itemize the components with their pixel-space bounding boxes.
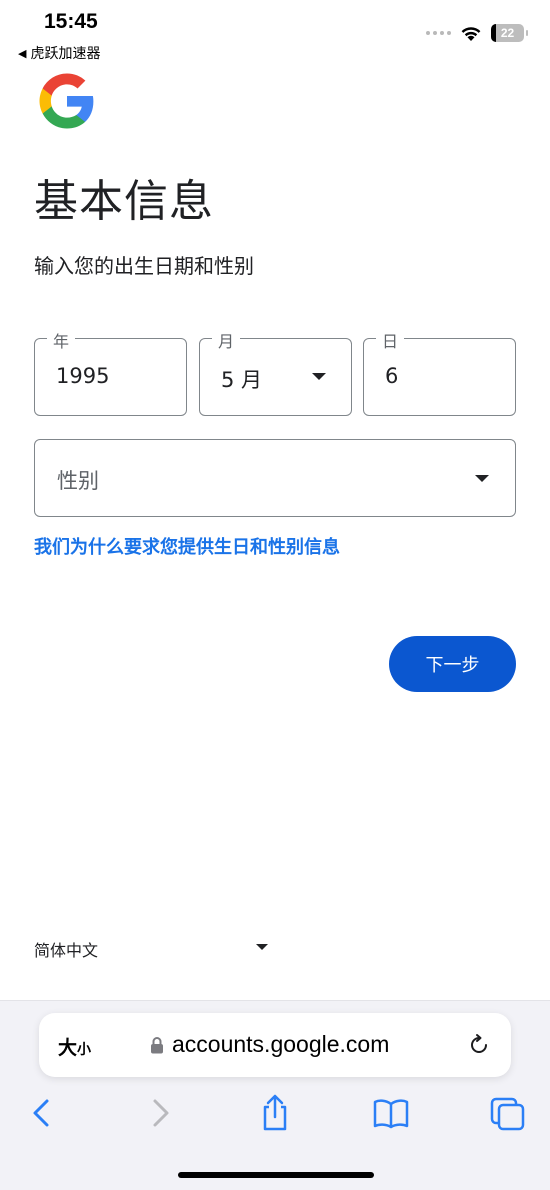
gender-placeholder: 性别	[57, 469, 99, 493]
year-value: 1995	[56, 364, 110, 388]
month-select[interactable]: 月 5 月	[199, 328, 352, 416]
status-time: 15:45	[44, 10, 98, 33]
why-birthday-gender-link[interactable]: 我们为什么要求您提供生日和性别信息	[34, 533, 340, 559]
battery-icon: 22	[491, 24, 528, 42]
year-label: 年	[47, 328, 76, 352]
year-field[interactable]: 年 1995	[34, 328, 187, 416]
text-size-button[interactable]: 大小	[58, 1033, 91, 1060]
status-indicators: 22	[426, 24, 528, 42]
chevron-down-icon	[312, 373, 326, 380]
next-button[interactable]: 下一步	[389, 636, 516, 692]
browser-toolbar: 大小 accounts.google.com	[0, 1000, 550, 1190]
share-icon[interactable]	[255, 1093, 295, 1133]
reload-icon[interactable]	[467, 1033, 491, 1057]
page-subtitle: 输入您的出生日期和性别	[34, 254, 254, 278]
language-select-label[interactable]: 简体中文	[34, 937, 98, 961]
tabs-icon[interactable]	[488, 1093, 528, 1133]
home-indicator[interactable]	[178, 1172, 374, 1178]
day-label: 日	[376, 328, 405, 352]
address-bar[interactable]: 大小 accounts.google.com	[39, 1013, 511, 1077]
day-value: 6	[385, 364, 399, 388]
forward-icon[interactable]	[140, 1093, 180, 1133]
gender-select[interactable]: 性别	[34, 439, 516, 517]
month-label: 月	[212, 328, 241, 352]
month-value: 5 月	[221, 368, 263, 392]
google-logo-icon	[39, 73, 94, 129]
signal-dots-icon	[426, 31, 451, 35]
back-to-app-button[interactable]: ◀ 虎跃加速器	[18, 43, 100, 63]
url-text[interactable]: accounts.google.com	[172, 1031, 389, 1058]
battery-level: 22	[500, 26, 515, 40]
back-triangle-icon: ◀	[18, 46, 27, 60]
back-app-label: 虎跃加速器	[30, 46, 101, 62]
wifi-icon	[461, 27, 481, 41]
chevron-down-icon	[475, 475, 489, 482]
page-title: 基本信息	[34, 176, 214, 227]
day-field[interactable]: 日 6	[363, 328, 516, 416]
lock-icon	[151, 1037, 163, 1054]
back-icon[interactable]	[22, 1093, 62, 1133]
bookmarks-icon[interactable]	[371, 1093, 411, 1133]
language-chevron-down-icon[interactable]	[256, 944, 268, 950]
